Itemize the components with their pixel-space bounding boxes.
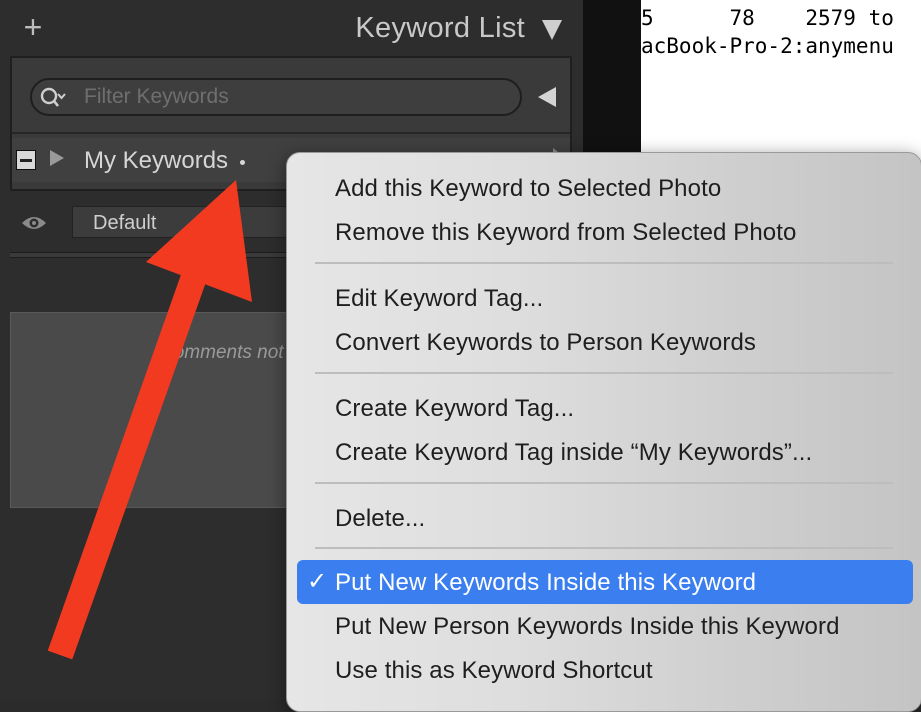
panel-title[interactable]: Keyword List (330, 12, 525, 45)
menu-item-add-keyword[interactable]: Add this Keyword to Selected Photo (335, 175, 721, 203)
menu-separator (315, 372, 893, 374)
eye-icon[interactable] (20, 212, 48, 234)
keyword-label[interactable]: My Keywords (84, 147, 228, 175)
menu-item-remove-keyword[interactable]: Remove this Keyword from Selected Photo (335, 219, 796, 247)
menu-item-put-new-person[interactable]: Put New Person Keywords Inside this Keyw… (335, 613, 840, 641)
comments-placeholder: Comments not (160, 342, 284, 363)
checkmark-icon: ✓ (307, 568, 328, 595)
filter-collapse-icon[interactable] (538, 87, 556, 107)
menu-separator (315, 262, 893, 264)
menu-item-edit-keyword-tag[interactable]: Edit Keyword Tag... (335, 285, 543, 313)
menu-item-create-inside[interactable]: Create Keyword Tag inside “My Keywords”.… (335, 439, 812, 467)
terminal-line: 5 78 2579 to (641, 6, 894, 30)
menu-separator (315, 547, 893, 549)
menu-item-create-keyword-tag[interactable]: Create Keyword Tag... (335, 395, 574, 423)
menu-separator (315, 482, 893, 484)
menu-item-put-new-keywords[interactable]: Put New Keywords Inside this Keyword (335, 569, 756, 597)
panel-collapse-triangle-icon[interactable] (542, 20, 562, 40)
terminal-line: acBook-Pro-2:anymenu (641, 34, 894, 58)
menu-item-convert-person[interactable]: Convert Keywords to Person Keywords (335, 329, 756, 357)
disclosure-triangle-icon[interactable] (50, 150, 64, 166)
menu-item-delete[interactable]: Delete... (335, 505, 425, 533)
target-dot-icon (240, 160, 245, 165)
filter-keywords-input[interactable] (84, 83, 504, 111)
menu-item-keyword-shortcut[interactable]: Use this as Keyword Shortcut (335, 657, 653, 685)
context-menu: Add this Keyword to Selected Photo Remov… (286, 152, 921, 712)
preset-select-value: Default (93, 212, 157, 234)
minus-icon[interactable] (16, 150, 36, 170)
add-keyword-button[interactable]: + (20, 11, 46, 43)
search-icon[interactable] (40, 86, 66, 110)
row-divider (12, 132, 570, 134)
